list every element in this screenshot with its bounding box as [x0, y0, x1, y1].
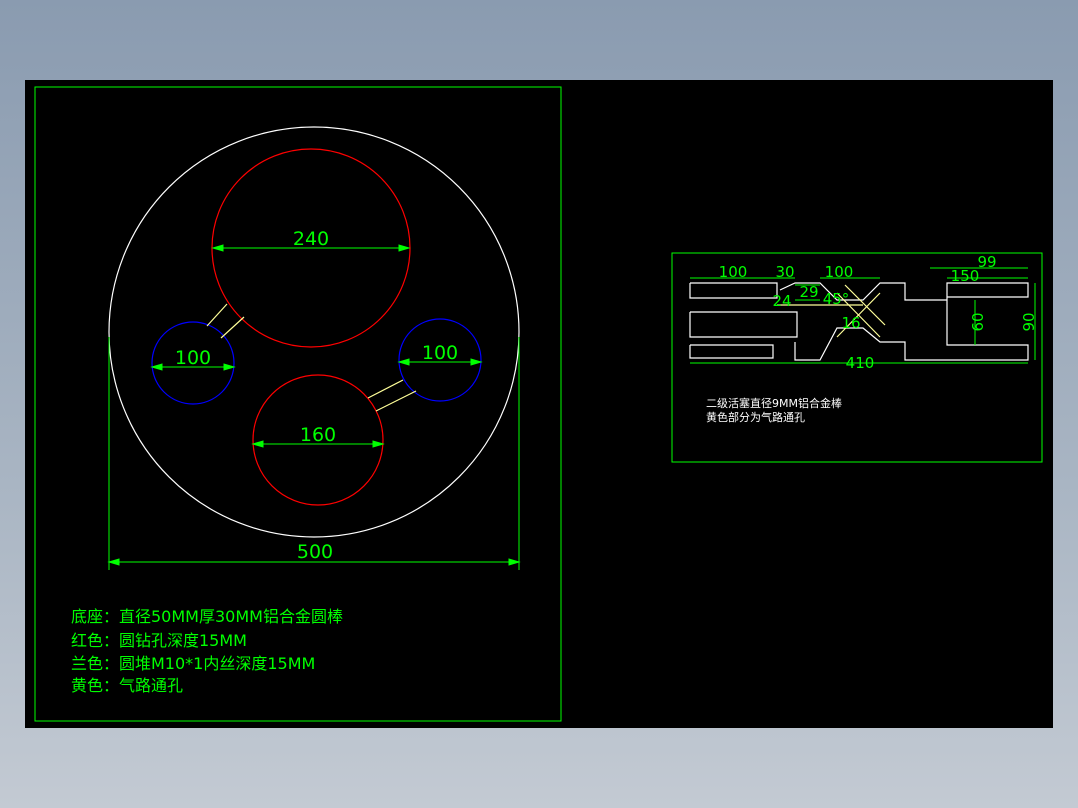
- dim-len-150: 150: [951, 267, 980, 285]
- dim-large-red: 240: [293, 228, 329, 250]
- dim-len-mid: 100: [825, 263, 854, 281]
- dim-small-red: 160: [300, 424, 336, 446]
- dim-angle-45: 45°: [823, 290, 850, 308]
- note-red: 红色：圆钻孔深度15MM: [71, 631, 247, 650]
- dim-right-blue: 100: [422, 342, 458, 364]
- note-blue: 兰色：圆堆M10*1内丝深度15MM: [71, 654, 315, 673]
- piston-notes: 二级活塞直径9MM铝合金棒 黄色部分为气路通孔: [706, 396, 842, 424]
- base-dimension-lines: [107, 244, 521, 570]
- note-base: 底座：直径50MM厚30MM铝合金圆棒: [71, 607, 343, 626]
- dim-dia-29: 29: [799, 283, 818, 301]
- base-notes: 底座：直径50MM厚30MM铝合金圆棒 红色：圆钻孔深度15MM 兰色：圆堆M1…: [71, 607, 343, 695]
- dim-left-blue: 100: [175, 347, 211, 369]
- base-outline-circle: [108, 126, 520, 538]
- dim-len-99: 99: [977, 253, 996, 271]
- dim-overall: 500: [297, 541, 333, 563]
- dim-dia-16: 16: [841, 314, 860, 332]
- dim-dia-90: 90: [1020, 312, 1038, 331]
- note-piston-material: 二级活塞直径9MM铝合金棒: [706, 396, 842, 410]
- cad-canvas: 240 100 100 160 500 底座：直径50MM厚30MM铝合金圆棒 …: [25, 80, 1053, 728]
- air-passages-base: [206, 303, 417, 412]
- dim-total-410: 410: [846, 354, 875, 372]
- dim-dia-60: 60: [969, 312, 987, 331]
- cad-drawing: 240 100 100 160 500 底座：直径50MM厚30MM铝合金圆棒 …: [34, 86, 1043, 722]
- note-yellow: 黄色：气路通孔: [71, 676, 183, 695]
- dim-dia-24: 24: [772, 292, 791, 310]
- note-piston-yellow: 黄色部分为气路通孔: [706, 410, 805, 424]
- dim-len-left: 100: [719, 263, 748, 281]
- dim-len-30: 30: [775, 263, 794, 281]
